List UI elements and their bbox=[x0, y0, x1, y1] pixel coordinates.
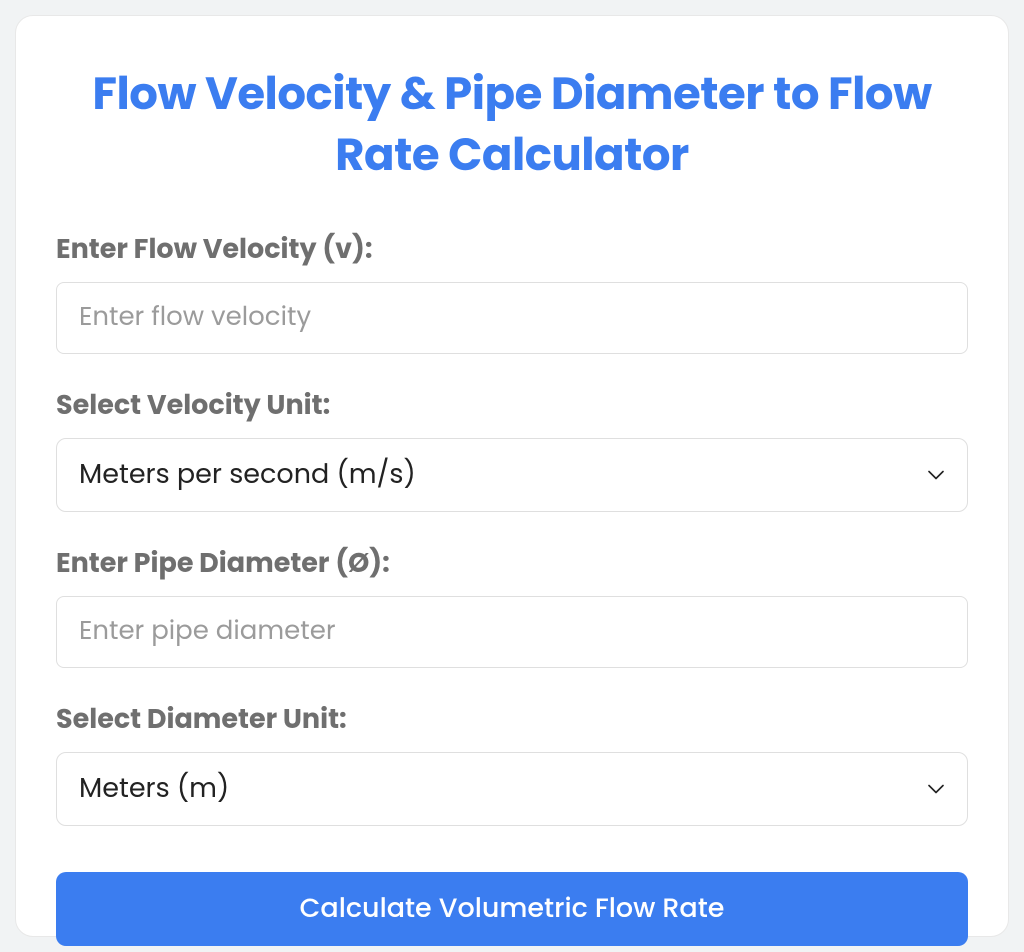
velocity-unit-select-wrapper: Meters per second (m/s) bbox=[56, 438, 968, 512]
diameter-unit-field: Select Diameter Unit: Meters (m) bbox=[56, 700, 968, 826]
velocity-unit-field: Select Velocity Unit: Meters per second … bbox=[56, 386, 968, 512]
diameter-unit-select[interactable]: Meters (m) bbox=[56, 752, 968, 826]
flow-velocity-input[interactable] bbox=[56, 282, 968, 354]
diameter-unit-select-wrapper: Meters (m) bbox=[56, 752, 968, 826]
pipe-diameter-label: Enter Pipe Diameter (Ø): bbox=[56, 544, 968, 584]
calculate-button[interactable]: Calculate Volumetric Flow Rate bbox=[56, 872, 968, 946]
diameter-unit-label: Select Diameter Unit: bbox=[56, 700, 968, 740]
flow-velocity-field: Enter Flow Velocity (v): bbox=[56, 230, 968, 354]
velocity-unit-label: Select Velocity Unit: bbox=[56, 386, 968, 426]
velocity-unit-select[interactable]: Meters per second (m/s) bbox=[56, 438, 968, 512]
calculator-title: Flow Velocity & Pipe Diameter to Flow Ra… bbox=[56, 64, 968, 186]
pipe-diameter-field: Enter Pipe Diameter (Ø): bbox=[56, 544, 968, 668]
calculator-card: Flow Velocity & Pipe Diameter to Flow Ra… bbox=[15, 15, 1009, 937]
flow-velocity-label: Enter Flow Velocity (v): bbox=[56, 230, 968, 270]
pipe-diameter-input[interactable] bbox=[56, 596, 968, 668]
